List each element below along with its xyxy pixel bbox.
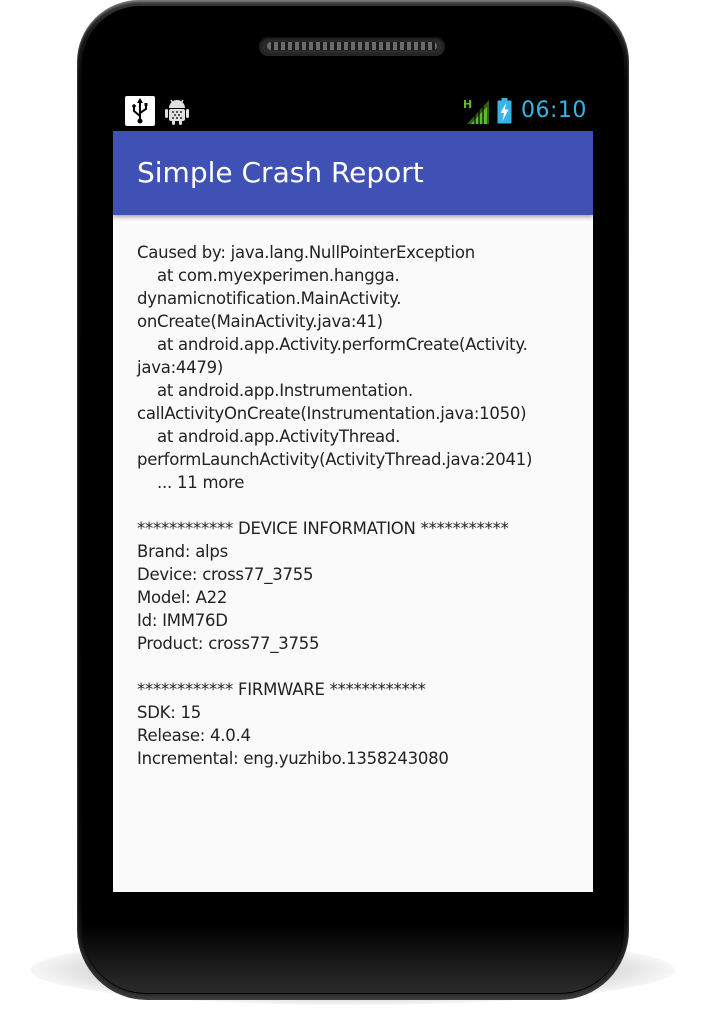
report-line: at android.app.Activity.performCreate(Ac… [137, 335, 528, 354]
report-line: Model: A22 [137, 588, 228, 607]
report-line: Id: IMM76D [137, 611, 228, 630]
app-bar: Simple Crash Report [113, 131, 593, 215]
report-line: at android.app.Instrumentation. [137, 381, 413, 400]
crash-report-content: Caused by: java.lang.NullPointerExceptio… [113, 215, 593, 892]
report-line: at android.app.ActivityThread. [137, 427, 401, 446]
usb-icon [125, 96, 155, 126]
page-title: Simple Crash Report [137, 156, 424, 189]
report-line: Brand: alps [137, 542, 228, 561]
android-debug-icon [163, 96, 191, 126]
report-line: java:4479) [137, 358, 224, 377]
report-line: Product: cross77_3755 [137, 634, 320, 653]
crash-report-text: Caused by: java.lang.NullPointerExceptio… [137, 241, 577, 770]
report-line: onCreate(MainActivity.java:41) [137, 312, 383, 331]
signal-icon: H [463, 98, 489, 124]
report-line: Device: cross77_3755 [137, 565, 314, 584]
report-line: ************ FIRMWARE ************ [137, 680, 426, 699]
report-line: at com.myexperimen.hangga. [137, 266, 400, 285]
report-line: Incremental: eng.yuzhibo.1358243080 [137, 749, 449, 768]
report-line: performLaunchActivity(ActivityThread.jav… [137, 450, 533, 469]
phone-chin [82, 925, 624, 993]
report-line: ... 11 more [137, 473, 245, 492]
network-type-label: H [463, 98, 472, 111]
speaker-grill [267, 42, 437, 50]
screenshot: H 06:10 Simple Crash Report Caused by: j… [0, 0, 705, 1010]
status-bar: H 06:10 [113, 92, 593, 131]
report-line: ************ DEVICE INFORMATION ********… [137, 519, 509, 538]
report-line: dynamicnotification.MainActivity. [137, 289, 402, 308]
status-clock: 06:10 [521, 98, 587, 123]
battery-charging-icon [497, 98, 512, 124]
report-line: SDK: 15 [137, 703, 202, 722]
report-line: callActivityOnCreate(Instrumentation.jav… [137, 404, 527, 423]
report-line: Release: 4.0.4 [137, 726, 251, 745]
report-line: Caused by: java.lang.NullPointerExceptio… [137, 243, 475, 262]
